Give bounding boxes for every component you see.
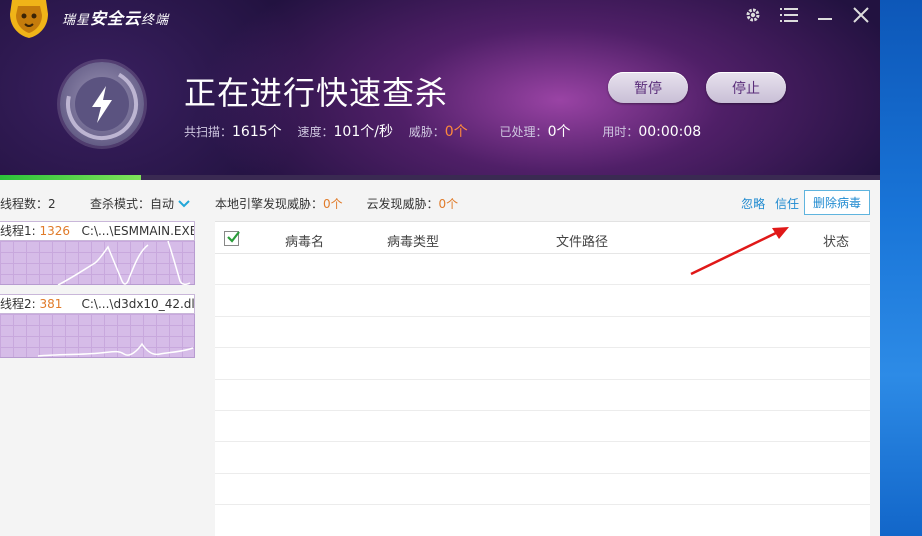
close-icon[interactable] [850, 4, 872, 26]
table-row [215, 317, 870, 349]
column-file-path[interactable]: 文件路径 [556, 231, 608, 250]
scan-progress-bar [0, 175, 880, 180]
scanned-count: 1615个 [232, 124, 282, 140]
desktop-background [880, 0, 922, 536]
chevron-down-icon [178, 197, 190, 211]
delete-virus-button[interactable]: 删除病毒 [804, 190, 870, 215]
table-row [215, 348, 870, 380]
thread-monitor: 线程1: 1326 C:\...\ESMMAIN.EXE [0, 221, 195, 286]
threat-actions: 忽略 信任 [735, 195, 799, 212]
scan-mode-dropdown[interactable]: 查杀模式：自动 [90, 195, 190, 212]
thread-header: 线程1: 1326 C:\...\ESMMAIN.EXE [0, 221, 195, 241]
app-brand: 瑞星安全云终端 [62, 9, 170, 28]
thread-monitor: 线程2: 381 C:\...\d3dx10_42.dll [0, 294, 195, 358]
thread-activity-graph [0, 314, 195, 358]
thread-count: 线程数：2 [0, 197, 56, 211]
local-threat-count: 0个 [323, 197, 343, 211]
column-virus-name[interactable]: 病毒名 [285, 231, 324, 250]
table-row [215, 442, 870, 474]
column-virus-type[interactable]: 病毒类型 [387, 231, 439, 250]
thread-panel: 线程数：2 查杀模式：自动 线程1: 1326 C:\...\ESMMAIN.E… [0, 181, 205, 536]
table-row [215, 411, 870, 443]
minimize-icon[interactable] [814, 4, 836, 26]
table-row [215, 505, 870, 536]
table-row [215, 254, 870, 286]
scan-status-icon [60, 62, 144, 146]
menu-list-icon[interactable] [778, 4, 800, 26]
table-row [215, 285, 870, 317]
scan-speed: 101个/秒 [333, 124, 393, 140]
trust-link[interactable]: 信任 [775, 197, 799, 211]
scan-stats: 共扫描：1615个 速度：101个/秒 威胁：0个 已处理：0个 用时：00:0… [184, 124, 702, 140]
table-row [215, 474, 870, 506]
scan-details: 线程数：2 查杀模式：自动 线程1: 1326 C:\...\ESMMAIN.E… [0, 181, 880, 536]
settings-gear-icon[interactable] [742, 4, 764, 26]
threat-panel: 本地引擎发现威胁：0个 云发现威胁：0个 忽略 信任 删除病毒 病毒名 病毒类型… [215, 181, 870, 536]
thread-activity-graph [0, 240, 195, 286]
table-row [215, 380, 870, 411]
handled-count: 0个 [547, 124, 571, 140]
lion-logo-icon [10, 0, 48, 38]
scan-title: 正在进行快速查杀 [184, 74, 449, 112]
threat-table: 病毒名 病毒类型 文件路径 状态 [215, 221, 870, 536]
titlebar-controls [742, 4, 872, 26]
threat-count: 0个 [444, 124, 468, 140]
scan-progress-fill [0, 175, 141, 180]
column-status[interactable]: 状态 [823, 231, 849, 250]
table-header: 病毒名 病毒类型 文件路径 状态 [215, 222, 870, 254]
threat-summary: 本地引擎发现威胁：0个 云发现威胁：0个 [215, 197, 459, 211]
scan-header: 瑞星安全云终端 正在进行快速查杀 共扫描：1615个 速度：101个/秒 威胁：… [0, 0, 880, 180]
elapsed-time: 00:00:08 [638, 124, 702, 140]
antivirus-window: 瑞星安全云终端 正在进行快速查杀 共扫描：1615个 速度：101个/秒 威胁：… [0, 0, 880, 536]
ignore-link[interactable]: 忽略 [741, 197, 765, 211]
pause-button[interactable]: 暂停 [608, 72, 688, 103]
cloud-threat-count: 0个 [438, 197, 459, 211]
stop-button[interactable]: 停止 [706, 72, 786, 103]
select-all-checkbox[interactable] [224, 231, 240, 246]
thread-header: 线程2: 381 C:\...\d3dx10_42.dll [0, 294, 195, 314]
